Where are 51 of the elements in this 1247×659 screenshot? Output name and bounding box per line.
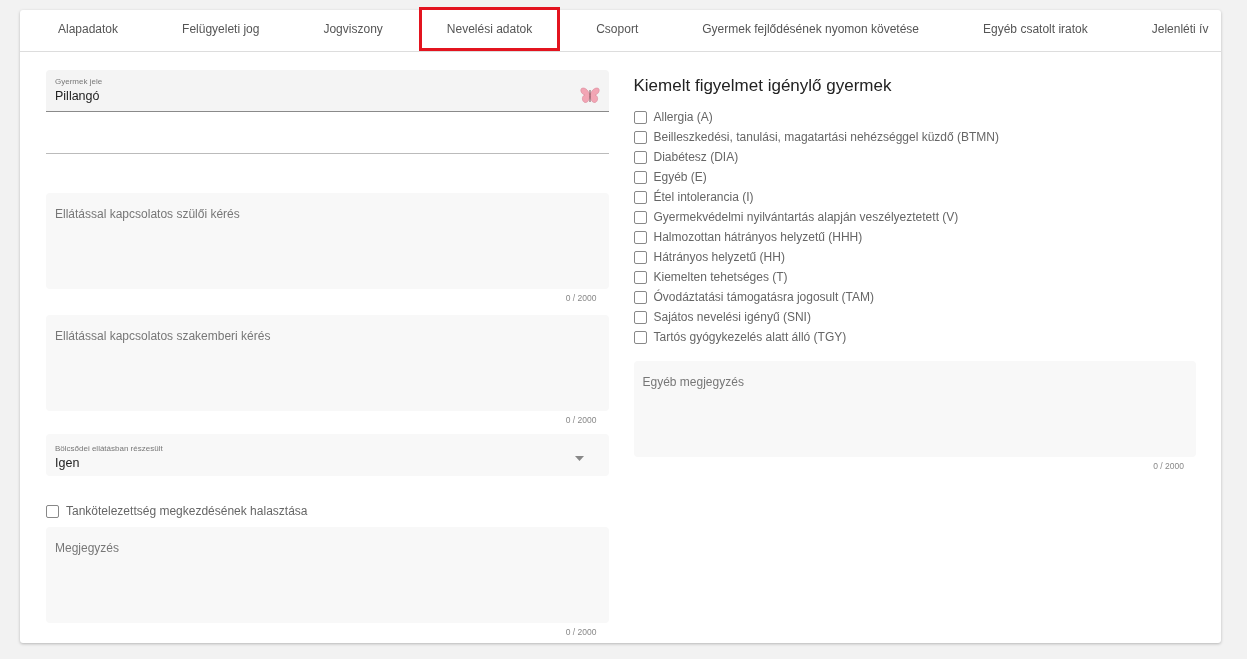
field-value: Pillangó xyxy=(55,89,101,103)
butterfly-icon xyxy=(579,87,600,104)
note-textarea[interactable]: Megjegyzés xyxy=(46,527,609,623)
tab[interactable]: Egyéb csatolt iratok xyxy=(955,7,1116,51)
expert-request-textarea[interactable]: Ellátással kapcsolatos szakemberi kérés xyxy=(46,315,609,411)
character-counter: 0 / 2000 xyxy=(565,293,597,305)
tab[interactable]: Jogviszony xyxy=(295,7,411,51)
field-label: Bölcsődei ellátásban részesült xyxy=(55,443,163,453)
checkbox-label: Halmozottan hátrányos helyzetű (HHH) xyxy=(653,230,863,244)
checkbox[interactable] xyxy=(633,310,647,324)
checkbox-label: Óvodáztatási támogatásra jogosult (TAM) xyxy=(653,290,875,304)
checkbox[interactable] xyxy=(633,250,647,264)
checkbox-label: Étel intolerancia (I) xyxy=(653,190,754,204)
checkbox-label: Diabétesz (DIA) xyxy=(653,150,739,164)
child-sign-field[interactable]: Gyermek jele Pillangó xyxy=(46,70,609,112)
character-counter: 0 / 2000 xyxy=(1153,461,1184,473)
character-counter: 0 / 2000 xyxy=(565,415,597,427)
field-label: Gyermek jele xyxy=(55,77,103,86)
tab[interactable]: Gyermek fejlődésének nyomon követése xyxy=(674,7,947,51)
checkbox[interactable] xyxy=(633,330,647,344)
checkbox-label: Sajátos nevelési igényű (SNI) xyxy=(653,310,811,324)
checkbox-label: Kiemelten tehetséges (T) xyxy=(653,270,788,284)
checkbox[interactable] xyxy=(633,110,647,124)
checkbox[interactable] xyxy=(633,270,647,284)
checkbox[interactable] xyxy=(633,290,647,304)
nursery-select[interactable]: Bölcsődei ellátásban részesült Igen xyxy=(46,434,609,476)
checkbox-label: Beilleszkedési, tanulási, magatartási nehézséggel küzdő (BTMN) xyxy=(653,130,999,144)
checkbox-label: Gyermekvédelmi nyilvántartás alapján veszélyeztetett (V) xyxy=(653,210,959,224)
checkbox[interactable] xyxy=(633,130,647,144)
tab[interactable]: Csoport xyxy=(568,7,667,51)
checkbox[interactable] xyxy=(633,150,647,164)
other-note-textarea[interactable]: Egyéb megjegyzés xyxy=(633,361,1196,457)
checkbox[interactable] xyxy=(633,170,647,184)
checkbox-label: Tartós gyógykezelés alatt álló (TGY) xyxy=(653,330,847,344)
dropdown-arrow-icon xyxy=(574,456,584,461)
checkbox-label: Egyéb (E) xyxy=(653,170,707,184)
checkbox-label: Tankötelezettség megkezdésének halasztása xyxy=(66,504,308,518)
tab[interactable]: Nevelési adatok xyxy=(418,7,561,51)
checkbox[interactable] xyxy=(633,230,647,244)
field-value: Igen xyxy=(55,455,81,470)
tab[interactable]: Alapadatok xyxy=(30,7,147,51)
checkbox-label: Allergia (A) xyxy=(653,110,713,124)
section-title: Kiemelt figyelmet igénylő gyermek xyxy=(633,76,893,96)
checkbox[interactable] xyxy=(633,210,647,224)
tab[interactable]: Felügyeleti jog xyxy=(154,7,288,51)
character-counter: 0 / 2000 xyxy=(565,627,597,639)
checkbox[interactable] xyxy=(633,190,647,204)
tab[interactable]: Jelenléti ív xyxy=(1123,7,1237,51)
checkbox[interactable] xyxy=(46,504,59,518)
parent-request-textarea[interactable]: Ellátással kapcsolatos szülői kérés xyxy=(46,193,609,289)
checkbox-label: Hátrányos helyzetű (HH) xyxy=(653,250,785,264)
